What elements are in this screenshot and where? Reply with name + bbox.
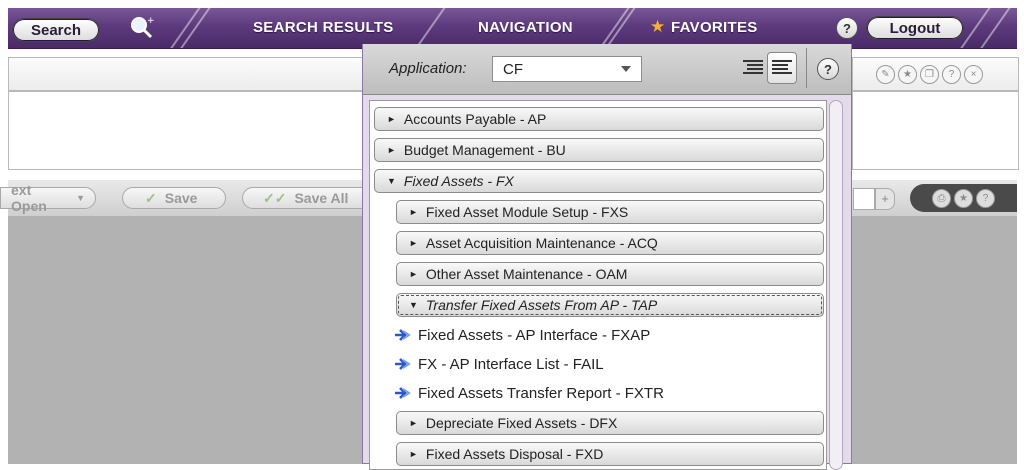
tree-item-other-asset-maintenance[interactable]: ► Other Asset Maintenance - OAM bbox=[396, 262, 824, 286]
expand-triangle-icon: ► bbox=[387, 114, 396, 124]
tab-navigation[interactable]: NAVIGATION bbox=[478, 19, 573, 36]
help-icon[interactable]: ? bbox=[976, 189, 995, 208]
tab-search-results[interactable]: SEARCH RESULTS bbox=[253, 19, 394, 36]
save-button[interactable]: ✓ Save bbox=[122, 187, 226, 209]
tree-leaf-label: Fixed Assets Transfer Report - FXTR bbox=[418, 384, 664, 402]
leaf-icon[interactable]: ✎ bbox=[876, 65, 895, 84]
save-all-button[interactable]: ✓✓ Save All bbox=[242, 187, 372, 209]
tree-leaf-label: Fixed Assets - AP Interface - FXAP bbox=[418, 326, 651, 344]
search-zoom-icon[interactable]: + bbox=[128, 14, 156, 40]
star-icon: ★ bbox=[650, 17, 666, 36]
application-select-value: CF bbox=[503, 61, 523, 78]
chevron-down-icon: ▼ bbox=[76, 193, 85, 203]
logout-button[interactable]: Logout bbox=[866, 16, 964, 40]
expand-triangle-icon: ► bbox=[409, 207, 418, 217]
save-label: Save bbox=[164, 190, 198, 206]
left-content-panel bbox=[8, 91, 364, 170]
tree-item-label: Other Asset Maintenance - OAM bbox=[425, 266, 628, 282]
tree-item-label: Fixed Assets Disposal - FXD bbox=[425, 446, 604, 462]
close-icon[interactable]: × bbox=[964, 65, 983, 84]
expand-triangle-icon: ► bbox=[409, 418, 418, 428]
tree-item-label: Depreciate Fixed Assets - DFX bbox=[425, 415, 618, 431]
application-select[interactable]: CF bbox=[492, 56, 642, 82]
vertical-scrollbar[interactable] bbox=[829, 100, 843, 470]
save-all-label: Save All bbox=[294, 190, 349, 206]
tree-leaf-fxap[interactable]: Fixed Assets - AP Interface - FXAP bbox=[395, 323, 651, 347]
print-icon[interactable]: ⎙ bbox=[932, 189, 951, 208]
tree-item-label: Asset Acquisition Maintenance - ACQ bbox=[425, 235, 658, 251]
tree-leaf-label: FX - AP Interface List - FAIL bbox=[418, 355, 604, 373]
tree-item-budget-management[interactable]: ► Budget Management - BU bbox=[374, 138, 824, 162]
tab-favorites[interactable]: FAVORITES bbox=[671, 19, 758, 36]
decor-divider bbox=[596, 8, 630, 48]
launch-arrow-icon bbox=[395, 358, 411, 370]
right-content-panel bbox=[852, 91, 1019, 170]
top-navigation-bar: Search + SEARCH RESULTS NAVIGATION ★ FAV… bbox=[8, 8, 1017, 49]
expand-all-icon bbox=[772, 60, 792, 74]
tree-leaf-fxtr[interactable]: Fixed Assets Transfer Report - FXTR bbox=[395, 381, 664, 405]
tree-item-fixed-asset-module-setup[interactable]: ► Fixed Asset Module Setup - FXS bbox=[396, 200, 824, 224]
help-icon[interactable]: ? bbox=[942, 65, 961, 84]
chevron-down-icon bbox=[621, 66, 631, 72]
navigation-tree: ► Accounts Payable - AP ► Budget Managem… bbox=[369, 100, 827, 470]
tree-leaf-fail[interactable]: FX - AP Interface List - FAIL bbox=[395, 352, 604, 376]
help-button[interactable]: ? bbox=[836, 17, 858, 39]
svg-text:+: + bbox=[147, 16, 155, 26]
check-icon: ✓ bbox=[145, 189, 157, 206]
expand-triangle-icon: ► bbox=[387, 145, 396, 155]
app-window: Search + SEARCH RESULTS NAVIGATION ★ FAV… bbox=[0, 0, 1024, 470]
search-button[interactable]: Search bbox=[12, 18, 100, 42]
tree-item-label: Transfer Fixed Assets From AP - TAP bbox=[425, 297, 658, 313]
tree-item-accounts-payable[interactable]: ► Accounts Payable - AP bbox=[374, 107, 824, 131]
next-open-label: ext Open bbox=[11, 182, 47, 214]
navigation-help-button[interactable]: ? bbox=[817, 58, 839, 80]
application-bar: Application: CF ? bbox=[363, 44, 851, 95]
copy-icon[interactable]: ❐ bbox=[920, 65, 939, 84]
collapse-triangle-icon: ▼ bbox=[387, 176, 396, 186]
tree-item-asset-acquisition-maintenance[interactable]: ► Asset Acquisition Maintenance - ACQ bbox=[396, 231, 824, 255]
collapse-triangle-icon: ▼ bbox=[409, 300, 418, 310]
launch-arrow-icon bbox=[395, 387, 411, 399]
expand-triangle-icon: ► bbox=[409, 269, 418, 279]
collapse-all-icon[interactable] bbox=[743, 58, 763, 78]
favorite-icon[interactable]: ★ bbox=[898, 65, 917, 84]
launch-arrow-icon bbox=[395, 329, 411, 341]
navigation-dropdown: Application: CF ? ► Accounts Payable - A… bbox=[362, 44, 852, 470]
divider bbox=[806, 48, 807, 88]
application-label: Application: bbox=[389, 60, 467, 77]
expand-triangle-icon: ► bbox=[409, 238, 418, 248]
expand-triangle-icon: ► bbox=[409, 449, 418, 459]
tree-item-label: Accounts Payable - AP bbox=[403, 111, 547, 127]
tree-item-label: Fixed Asset Module Setup - FXS bbox=[425, 204, 629, 220]
tree-item-fixed-assets-disposal[interactable]: ► Fixed Assets Disposal - FXD bbox=[396, 442, 824, 466]
expand-all-button[interactable] bbox=[767, 52, 797, 84]
decor-divider bbox=[412, 8, 446, 48]
tree-item-depreciate-fixed-assets[interactable]: ► Depreciate Fixed Assets - DFX bbox=[396, 411, 824, 435]
add-icon[interactable]: + bbox=[875, 188, 895, 210]
tree-item-transfer-fixed-assets[interactable]: ▼ Transfer Fixed Assets From AP - TAP bbox=[396, 293, 824, 317]
tree-item-fixed-assets[interactable]: ▼ Fixed Assets - FX bbox=[374, 169, 824, 193]
left-header-panel bbox=[8, 57, 364, 91]
tree-item-label: Fixed Assets - FX bbox=[403, 173, 514, 189]
favorite-icon[interactable]: ★ bbox=[954, 189, 973, 208]
double-check-icon: ✓✓ bbox=[263, 189, 287, 206]
next-open-dropdown[interactable]: ext Open ▼ bbox=[0, 182, 96, 214]
small-input[interactable] bbox=[853, 188, 875, 210]
decor-divider bbox=[602, 8, 636, 48]
decor-divider bbox=[977, 8, 1011, 48]
tree-item-label: Budget Management - BU bbox=[403, 142, 566, 158]
